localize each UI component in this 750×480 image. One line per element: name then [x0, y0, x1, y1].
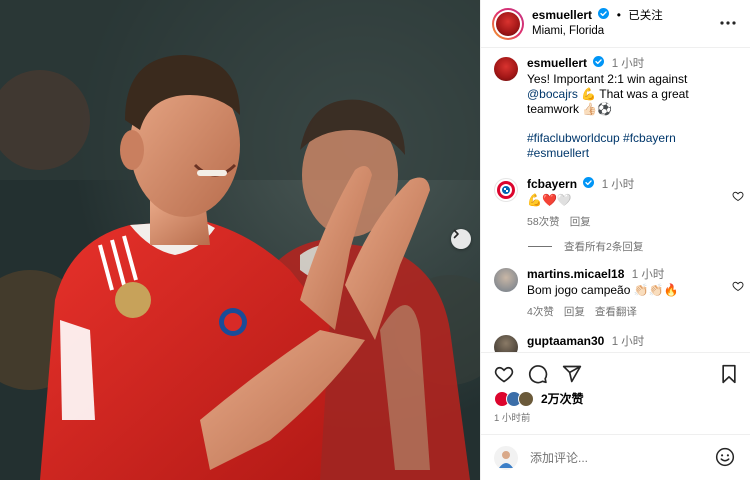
post-location[interactable]: Miami, Florida: [532, 24, 663, 39]
comment-like-heart-icon[interactable]: [732, 190, 744, 205]
mention-link[interactable]: @bocajrs: [527, 87, 578, 101]
photo-illustration: [0, 0, 480, 480]
view-replies-label: 查看所有2条回复: [564, 241, 644, 253]
comment-likes[interactable]: 4次赞: [527, 305, 554, 320]
commenter-avatar[interactable]: [494, 268, 518, 292]
reply-button[interactable]: 回复: [564, 305, 585, 320]
see-translation-button[interactable]: 查看翻译: [595, 305, 637, 320]
reply-button[interactable]: 回复: [570, 215, 591, 230]
likes-summary[interactable]: 2万次赞: [494, 390, 584, 407]
comment-input[interactable]: [530, 450, 700, 465]
more-options-icon[interactable]: [719, 14, 737, 35]
post-photo[interactable]: [0, 0, 480, 480]
following-button[interactable]: 已关注: [628, 10, 663, 22]
verified-badge-icon: [593, 56, 605, 71]
commenter-avatar[interactable]: [494, 335, 518, 352]
liker-avatars: [494, 390, 538, 407]
comment-like-heart-icon[interactable]: [732, 280, 744, 295]
post-side-panel: esmuellert • 已关注 Miami, Florida esmuelle…: [480, 0, 750, 480]
comment-item: martins.micael18 1 小时 Bom jogo campeão 👏…: [494, 267, 744, 320]
likes-count[interactable]: 2万次赞: [541, 390, 584, 407]
post-time[interactable]: 1 小时前: [494, 410, 530, 424]
post-header: esmuellert • 已关注 Miami, Florida: [481, 0, 750, 48]
view-replies-button[interactable]: 查看所有2条回复: [528, 239, 643, 254]
heart-icon[interactable]: [494, 364, 514, 387]
comment-icon[interactable]: [528, 364, 548, 387]
share-icon[interactable]: [562, 364, 582, 387]
caption-username[interactable]: esmuellert: [527, 56, 587, 71]
emoji-icon[interactable]: [715, 447, 735, 470]
verified-badge-icon: [598, 8, 610, 23]
author-username[interactable]: esmuellert: [532, 8, 592, 23]
caption-avatar[interactable]: [494, 57, 518, 81]
author-avatar[interactable]: [496, 11, 520, 36]
comment-text: 💪❤️🤍: [527, 193, 572, 207]
comment-username[interactable]: guptaaman30: [527, 334, 604, 349]
comment-username[interactable]: fcbayern: [527, 177, 577, 192]
comment-text: Bom jogo campeão 👏🏻👏🏻🔥: [527, 283, 679, 297]
comment-time[interactable]: 1 小时: [602, 179, 635, 191]
replies-line: [528, 246, 552, 247]
liker-avatar: [518, 390, 534, 407]
caption-text-start: Yes! Important 2:1 win against: [527, 72, 688, 86]
current-user-avatar: [494, 445, 518, 470]
verified-badge-icon: [583, 177, 595, 192]
comment-username[interactable]: martins.micael18: [527, 267, 624, 282]
comment-item: fcbayern 1 小时 💪❤️🤍 58次赞 回复: [494, 177, 744, 230]
caption-text: Yes! Important 2:1 win against @bocajrs …: [527, 72, 737, 117]
story-ring[interactable]: [492, 7, 524, 40]
header-separator: •: [616, 8, 621, 22]
caption-time[interactable]: 1 小时: [612, 58, 645, 70]
comment-item: guptaaman30 1 小时: [494, 334, 744, 352]
caption: esmuellert 1 小时 Yes! Important 2:1 win a…: [494, 56, 744, 161]
comment-likes[interactable]: 58次赞: [527, 215, 560, 230]
bookmark-icon[interactable]: [720, 364, 738, 387]
commenter-avatar[interactable]: [494, 178, 518, 202]
next-photo-button[interactable]: [451, 229, 471, 249]
add-comment-bar: [481, 434, 750, 480]
comments-list[interactable]: esmuellert 1 小时 Yes! Important 2:1 win a…: [481, 49, 750, 352]
post-modal: esmuellert • 已关注 Miami, Florida esmuelle…: [0, 0, 750, 480]
comment-time[interactable]: 1 小时: [612, 336, 645, 348]
chevron-right-icon: [453, 229, 459, 239]
caption-hashtags[interactable]: #fifaclubworldcup #fcbayern #esmuellert: [527, 131, 737, 161]
comment-time[interactable]: 1 小时: [632, 269, 665, 281]
